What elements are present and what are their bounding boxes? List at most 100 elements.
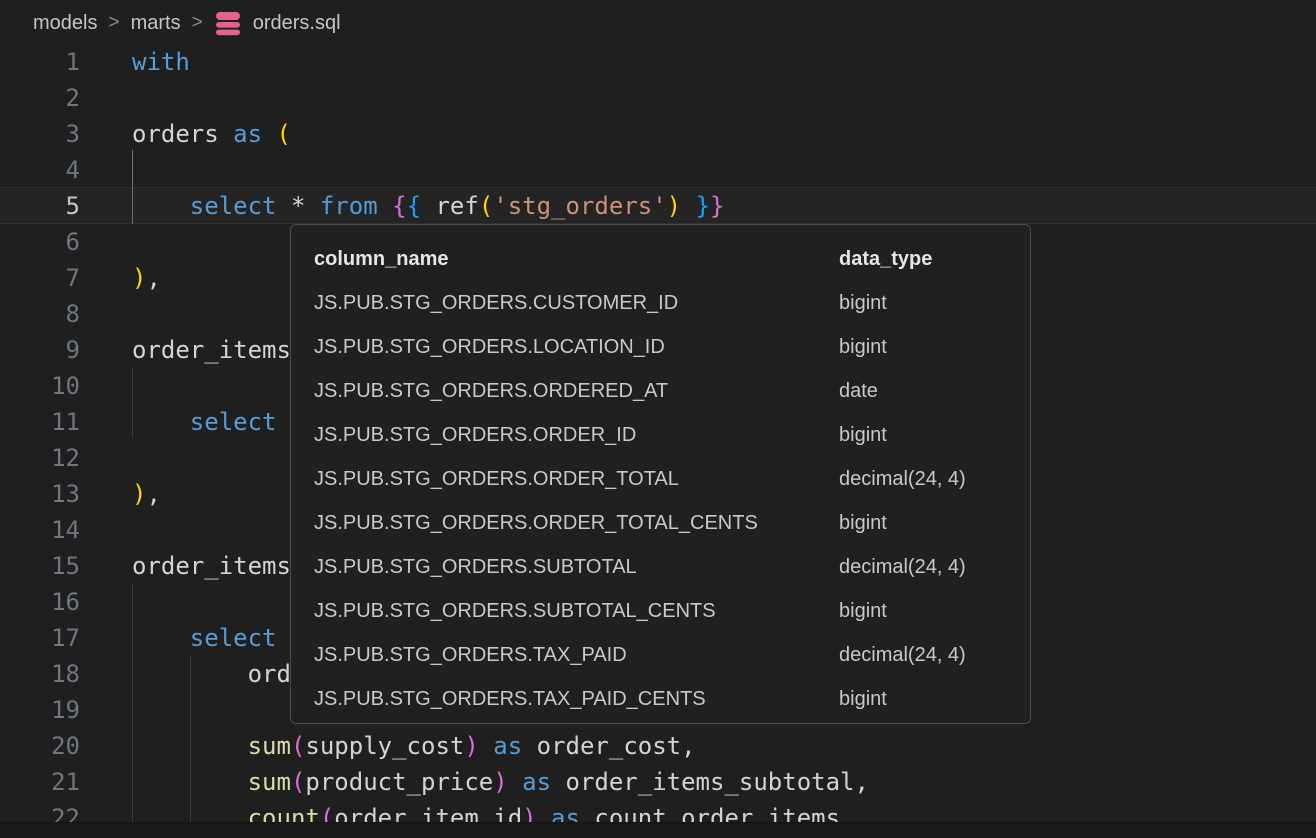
column-name-cell: JS.PUB.STG_ORDERS.TAX_PAID	[314, 633, 839, 677]
code-token: ref	[435, 192, 478, 220]
hover-table-header: column_name data_type	[314, 237, 1030, 281]
code-line[interactable]: 21 sum(product_price) as order_items_sub…	[0, 764, 1316, 800]
code-line[interactable]: 20 sum(supply_cost) as order_cost,	[0, 728, 1316, 764]
code-token: ,	[146, 480, 160, 508]
code-token: sum	[248, 768, 291, 796]
code-token	[132, 768, 248, 796]
code-token: (	[291, 768, 305, 796]
code-line[interactable]: 3 orders as (	[0, 116, 1316, 152]
data-type-cell: bigint	[839, 413, 1030, 457]
line-number[interactable]: 16	[0, 584, 80, 620]
line-number[interactable]: 5	[0, 188, 80, 224]
code-token: )	[493, 768, 507, 796]
code-token: (	[291, 732, 305, 760]
code-token: ,	[146, 264, 160, 292]
data-type-cell: date	[839, 369, 1030, 413]
line-number[interactable]: 10	[0, 368, 80, 404]
line-number[interactable]: 8	[0, 296, 80, 332]
code-text: ord	[132, 656, 291, 692]
code-token: orders	[132, 120, 233, 148]
code-token	[262, 120, 276, 148]
line-number[interactable]: 3	[0, 116, 80, 152]
code-line[interactable]: 2	[0, 80, 1316, 116]
code-text: with	[132, 44, 190, 80]
data-type-cell: bigint	[839, 501, 1030, 545]
code-token: from	[320, 192, 378, 220]
hover-table-row: JS.PUB.STG_ORDERS.TAX_PAID_CENTSbigint	[314, 677, 1030, 721]
data-type-cell: decimal(24, 4)	[839, 633, 1030, 677]
column-name-cell: JS.PUB.STG_ORDERS.TAX_PAID_CENTS	[314, 677, 839, 721]
column-name-cell: JS.PUB.STG_ORDERS.SUBTOTAL_CENTS	[314, 589, 839, 633]
code-token	[479, 732, 493, 760]
code-token: ord	[132, 660, 291, 688]
code-token	[132, 408, 190, 436]
hover-table-row: JS.PUB.STG_ORDERS.LOCATION_IDbigint	[314, 325, 1030, 369]
column-name-cell: JS.PUB.STG_ORDERS.CUSTOMER_ID	[314, 281, 839, 325]
code-token	[132, 732, 248, 760]
line-number[interactable]: 15	[0, 548, 80, 584]
code-text: order_items	[132, 332, 291, 368]
code-token: {	[407, 192, 421, 220]
line-number[interactable]: 11	[0, 404, 80, 440]
column-name-cell: JS.PUB.STG_ORDERS.ORDER_TOTAL	[314, 457, 839, 501]
code-token: select	[190, 624, 277, 652]
line-number[interactable]: 17	[0, 620, 80, 656]
line-number[interactable]: 12	[0, 440, 80, 476]
code-line[interactable]: 4	[0, 152, 1316, 188]
code-token: supply_cost	[305, 732, 464, 760]
hover-table-row: JS.PUB.STG_ORDERS.ORDER_IDbigint	[314, 413, 1030, 457]
hover-table-row: JS.PUB.STG_ORDERS.SUBTOTALdecimal(24, 4)	[314, 545, 1030, 589]
code-token: )	[667, 192, 681, 220]
code-line[interactable]: 5 select * from {{ ref('stg_orders') }}	[0, 188, 1316, 224]
data-type-cell: decimal(24, 4)	[839, 457, 1030, 501]
hover-table-row: JS.PUB.STG_ORDERS.ORDERED_ATdate	[314, 369, 1030, 413]
code-token: *	[277, 192, 320, 220]
code-token: (	[479, 192, 493, 220]
line-number[interactable]: 14	[0, 512, 80, 548]
code-token	[132, 624, 190, 652]
data-type-cell: decimal(24, 4)	[839, 545, 1030, 589]
line-number[interactable]: 9	[0, 332, 80, 368]
code-token: as	[493, 732, 522, 760]
line-number[interactable]: 7	[0, 260, 80, 296]
code-token	[132, 192, 190, 220]
data-type-cell: bigint	[839, 325, 1030, 369]
code-token: )	[464, 732, 478, 760]
hover-table-row: JS.PUB.STG_ORDERS.CUSTOMER_IDbigint	[314, 281, 1030, 325]
code-token: )	[132, 480, 146, 508]
code-token: }	[710, 192, 724, 220]
column-name-cell: JS.PUB.STG_ORDERS.LOCATION_ID	[314, 325, 839, 369]
code-text: select	[132, 404, 277, 440]
column-name-cell: JS.PUB.STG_ORDERS.ORDER_TOTAL_CENTS	[314, 501, 839, 545]
code-token: order_items_subtotal,	[551, 768, 869, 796]
hover-table-row: JS.PUB.STG_ORDERS.SUBTOTAL_CENTSbigint	[314, 589, 1030, 633]
code-token: with	[132, 48, 190, 76]
code-text: order_items	[132, 548, 291, 584]
code-token: order_items	[132, 552, 291, 580]
code-line[interactable]: 1 with	[0, 44, 1316, 80]
code-token	[681, 192, 695, 220]
hover-table-row: JS.PUB.STG_ORDERS.ORDER_TOTALdecimal(24,…	[314, 457, 1030, 501]
code-token: order_cost,	[522, 732, 695, 760]
line-number[interactable]: 13	[0, 476, 80, 512]
line-number[interactable]: 6	[0, 224, 80, 260]
line-number[interactable]: 4	[0, 152, 80, 188]
code-token: 'stg_orders'	[493, 192, 666, 220]
line-number[interactable]: 19	[0, 692, 80, 728]
code-token	[378, 192, 392, 220]
line-number[interactable]: 1	[0, 44, 80, 80]
code-text: orders as (	[132, 116, 291, 152]
code-token	[508, 768, 522, 796]
line-number[interactable]: 18	[0, 656, 80, 692]
column-name-header: column_name	[314, 237, 839, 281]
line-number[interactable]: 20	[0, 728, 80, 764]
data-type-cell: bigint	[839, 589, 1030, 633]
code-text: select * from {{ ref('stg_orders') }}	[132, 188, 724, 224]
hover-table-row: JS.PUB.STG_ORDERS.TAX_PAIDdecimal(24, 4)	[314, 633, 1030, 677]
line-number[interactable]: 21	[0, 764, 80, 800]
code-token: (	[277, 120, 291, 148]
code-token: sum	[248, 732, 291, 760]
code-token: }	[696, 192, 710, 220]
data-type-header: data_type	[839, 237, 1030, 281]
line-number[interactable]: 2	[0, 80, 80, 116]
